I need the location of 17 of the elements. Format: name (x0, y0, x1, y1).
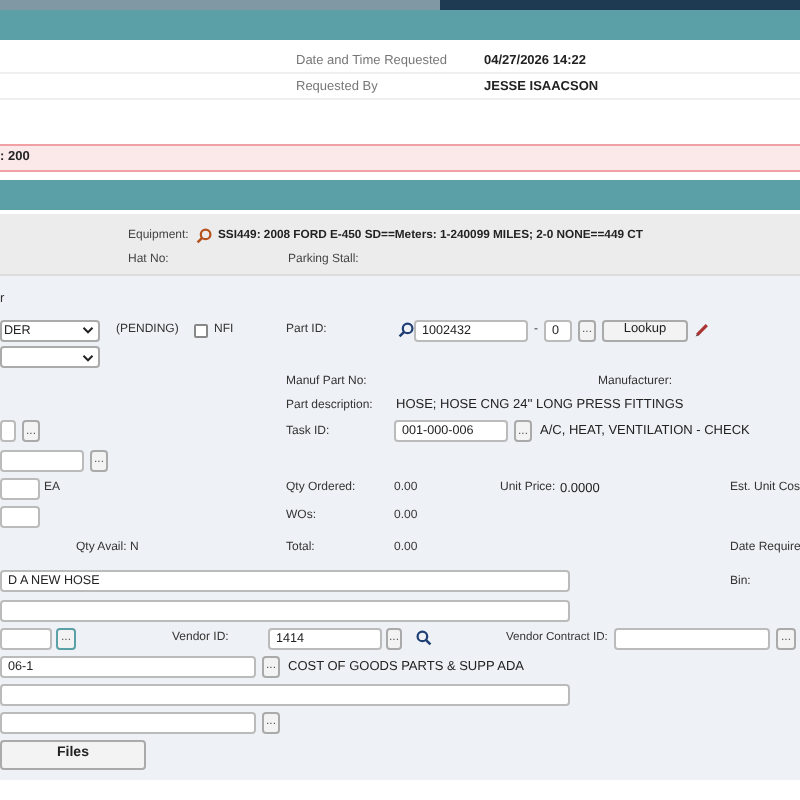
pencil-icon[interactable] (694, 322, 710, 338)
text-field[interactable] (0, 683, 570, 705)
text-field[interactable] (0, 420, 16, 442)
quantity-field[interactable] (0, 477, 40, 499)
vendor-contract-field[interactable] (614, 627, 770, 649)
text-field[interactable] (0, 711, 256, 733)
text-field[interactable] (0, 505, 40, 527)
text-field[interactable] (0, 627, 52, 649)
search-icon[interactable] (398, 322, 414, 338)
search-icon[interactable] (416, 630, 432, 646)
dropdown[interactable] (0, 346, 100, 368)
caret-icon (82, 353, 94, 361)
search-icon[interactable] (196, 228, 212, 244)
text-field[interactable] (0, 449, 84, 471)
checkbox[interactable] (194, 323, 208, 337)
text-field[interactable] (0, 600, 570, 622)
caret-icon (82, 326, 94, 334)
